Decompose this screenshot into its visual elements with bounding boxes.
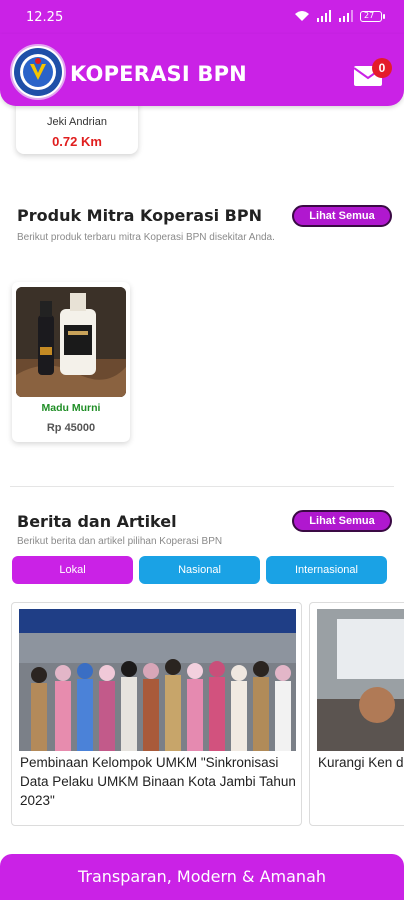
tab-internasional[interactable]: Internasional	[266, 556, 387, 584]
product-card[interactable]: Madu Murni Rp 45000	[12, 282, 130, 442]
berita-section-subtitle: Berikut berita dan artikel pilihan Koper…	[17, 536, 223, 547]
status-time: 12.25	[26, 10, 64, 25]
news-image	[317, 609, 404, 751]
news-card[interactable]: Pembinaan Kelompok UMKM "Sinkronisasi Da…	[11, 602, 302, 826]
mail-badge: 0	[372, 58, 392, 78]
status-bar: 12.25 27	[0, 0, 404, 34]
signal-icon-2	[339, 10, 353, 22]
produk-see-all-button[interactable]: Lihat Semua	[292, 205, 392, 227]
news-carousel[interactable]: Pembinaan Kelompok UMKM "Sinkronisasi Da…	[11, 602, 404, 826]
wifi-icon	[295, 11, 309, 21]
tab-nasional[interactable]: Nasional	[139, 556, 260, 584]
tab-lokal[interactable]: Lokal	[12, 556, 133, 584]
produk-section-subtitle: Berikut produk terbaru mitra Koperasi BP…	[17, 232, 275, 243]
news-image	[19, 609, 296, 751]
battery-level: 27	[364, 10, 375, 20]
meeting-photo-image	[317, 609, 404, 751]
footer-tagline-bar: Transparan, Modern & Amanah	[0, 854, 404, 900]
product-image	[16, 287, 126, 397]
product-price: Rp 45000	[46, 422, 96, 434]
battery-icon: 27	[360, 10, 385, 22]
app-title: KOPERASI BPN	[70, 62, 247, 86]
news-card[interactable]: Kurangi Ken di Jambi, Sa Rekayasa	[309, 602, 404, 826]
section-divider	[10, 486, 394, 487]
driver-distance: 0.72 Km	[52, 134, 102, 149]
koperasi-logo	[10, 44, 66, 100]
group-photo-image	[19, 609, 296, 751]
status-icons: 27	[294, 10, 385, 22]
signal-icon	[317, 10, 331, 22]
berita-see-all-button[interactable]: Lihat Semua	[292, 510, 392, 532]
logo-emblem-icon	[14, 48, 62, 96]
news-title: Pembinaan Kelompok UMKM "Sinkronisasi Da…	[20, 755, 296, 808]
app-bar: KOPERASI BPN 0	[0, 34, 404, 106]
news-tabs: Lokal Nasional Internasional	[12, 556, 392, 584]
produk-section-title: Produk Mitra Koperasi BPN	[17, 206, 262, 225]
product-name: Madu Murni	[41, 402, 101, 414]
honey-bottle-image	[16, 287, 126, 397]
driver-name: Jeki Andrian	[47, 116, 107, 128]
news-title: Kurangi Ken di Jambi, Sa Rekayasa	[318, 755, 404, 770]
berita-section-title: Berita dan Artikel	[17, 512, 177, 531]
